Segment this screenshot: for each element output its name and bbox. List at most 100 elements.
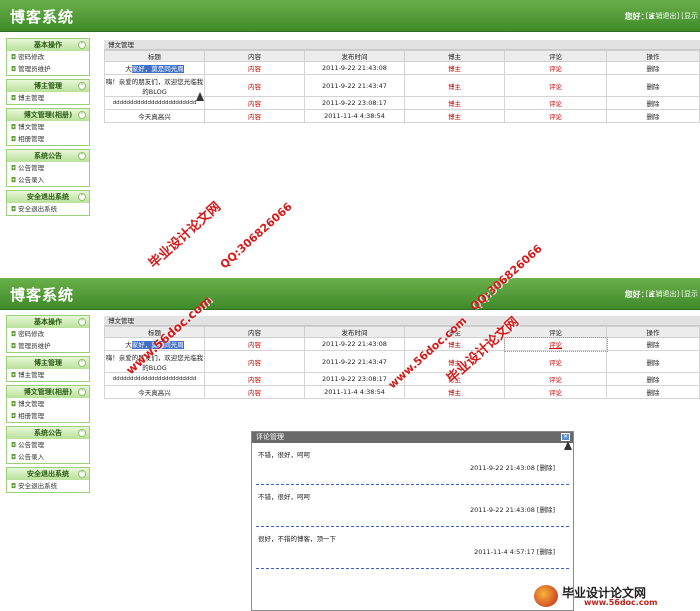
collapse-chevron-icon[interactable]: ⌃	[78, 152, 86, 160]
delete-comment-link[interactable]: [删除]	[537, 506, 555, 514]
delete-link[interactable]: 删除	[606, 74, 700, 97]
comment-link[interactable]: 评论	[503, 336, 608, 352]
content-link[interactable]: 内容	[204, 385, 305, 399]
bullet-icon: ◘	[11, 164, 17, 172]
sidebar-group-header[interactable]: 系统公告 ⌃	[7, 150, 89, 162]
sidebar-group-header[interactable]: 博主管理 ⌃	[7, 80, 89, 92]
sidebar-item-password[interactable]: ◘ 密码修改	[7, 328, 89, 340]
sidebar-group-exit: 安全退出系统 ⌃ ◘ 安全退出系统	[6, 467, 90, 493]
bullet-icon: ◘	[11, 441, 17, 449]
author-link[interactable]: 博主	[404, 74, 505, 97]
delete-comment-link[interactable]: [删除]	[537, 464, 555, 472]
author-link[interactable]: 博主	[404, 96, 505, 110]
comment-meta: 2011-11-4 4:57:17 [删除]	[474, 548, 555, 556]
collapse-chevron-icon[interactable]: ⌃	[78, 318, 86, 326]
table-row: 大家好，莫是同光周 内容 2011-9-22 21:43:08 博主 评论 删除	[104, 336, 700, 352]
post-time: 2011-9-22 23:08:17	[304, 96, 405, 110]
sidebar-group-header[interactable]: 系统公告 ⌃	[7, 427, 89, 439]
content-link[interactable]: 内容	[204, 109, 305, 123]
sidebar-item-posts[interactable]: ◘ 博文管理	[7, 398, 89, 410]
comment-item: 不错，很好，呵呵 2011-9-22 21:43:08 [删除]	[256, 485, 569, 527]
collapse-chevron-icon[interactable]: ⌃	[78, 388, 86, 396]
close-icon[interactable]: ✕	[561, 433, 570, 441]
comment-text: 不错，很好，呵呵	[258, 493, 310, 501]
sidebar-group-header[interactable]: 博文管理(相册) ⌃	[7, 109, 89, 121]
comment-link[interactable]: 评论	[504, 96, 607, 110]
sidebar-item-admin[interactable]: ◘ 管理员维护	[7, 340, 89, 352]
sidebar-item-blogger[interactable]: ◘ 博主管理	[7, 92, 89, 104]
collapse-chevron-icon[interactable]: ⌃	[78, 193, 86, 201]
collapse-chevron-icon[interactable]: ⌃	[78, 359, 86, 367]
author-link[interactable]: 博主	[404, 385, 505, 399]
sidebar-item-blogger[interactable]: ◘ 博主管理	[7, 369, 89, 381]
main-content: 博文管理 标题 内容 发布时间 博主 评论 操作 大家好，莫是同光周 内容 20…	[104, 316, 700, 399]
delete-link[interactable]: 删除	[606, 372, 700, 386]
comment-item: 很好，不错的博客，顶一下 2011-11-4 4:57:17 [删除]	[256, 527, 569, 569]
sidebar-item-admin[interactable]: ◘ 管理员维护	[7, 63, 89, 75]
content-link[interactable]: 内容	[204, 372, 305, 386]
content-link[interactable]: 内容	[204, 96, 305, 110]
comment-link[interactable]: 评论	[504, 61, 607, 75]
sidebar: 基本操作 ⌃ ◘ 密码修改 ◘ 管理员维护 博主管理 ⌃ ◘ 博主管理 博文管理(相册) ⌃…	[6, 38, 90, 219]
section-title: 博文管理	[104, 40, 700, 50]
delete-link[interactable]: 删除	[606, 109, 700, 123]
collapse-chevron-icon[interactable]: ⌃	[78, 82, 86, 90]
sidebar-item-album[interactable]: ◘ 相册管理	[7, 133, 89, 145]
delete-link[interactable]: 删除	[606, 96, 700, 110]
mouse-cursor-icon	[564, 441, 572, 450]
content-link[interactable]: 内容	[204, 350, 305, 373]
delete-link[interactable]: 删除	[606, 337, 700, 351]
comment-link[interactable]: 评论	[504, 74, 607, 97]
sidebar-group-header[interactable]: 基本操作 ⌃	[7, 316, 89, 328]
content-link[interactable]: 内容	[204, 337, 305, 351]
app-header: 博客系统 您好：a [注销退出] [显示	[0, 278, 700, 310]
table-row: 嗨！亲爱的朋友们，欢迎您光临我的BLOG 内容 2011-9-22 21:43:…	[104, 74, 700, 97]
sidebar-item-password[interactable]: ◘ 密码修改	[7, 51, 89, 63]
delete-link[interactable]: 删除	[606, 61, 700, 75]
delete-link[interactable]: 删除	[606, 350, 700, 373]
post-title[interactable]: 嗨！亲爱的朋友们，欢迎您光临我的BLOG	[104, 74, 205, 97]
comment-link[interactable]: 评论	[504, 350, 607, 373]
collapse-chevron-icon[interactable]: ⌃	[78, 429, 86, 437]
sidebar-item-notice-add[interactable]: ◘ 公告录入	[7, 451, 89, 463]
delete-comment-link[interactable]: [删除]	[537, 548, 555, 556]
sidebar-group-header[interactable]: 博文管理(相册) ⌃	[7, 386, 89, 398]
post-title[interactable]: dddddddddddddddddddddddd	[104, 96, 205, 110]
logout-link[interactable]: [注销退出]	[646, 12, 679, 20]
collapse-chevron-icon[interactable]: ⌃	[78, 41, 86, 49]
bullet-icon: ◘	[11, 330, 17, 338]
show-link[interactable]: [显示	[681, 290, 698, 298]
comment-link[interactable]: 评论	[504, 385, 607, 399]
sidebar-item-notice-add[interactable]: ◘ 公告录入	[7, 174, 89, 186]
content-link[interactable]: 内容	[204, 74, 305, 97]
post-time: 2011-9-22 21:43:47	[304, 350, 405, 373]
sidebar-item-notice-manage[interactable]: ◘ 公告管理	[7, 439, 89, 451]
sidebar-item-posts[interactable]: ◘ 博文管理	[7, 121, 89, 133]
sidebar-group-basic: 基本操作 ⌃ ◘ 密码修改 ◘ 管理员维护	[6, 315, 90, 353]
sidebar-item-album[interactable]: ◘ 相册管理	[7, 410, 89, 422]
post-title[interactable]: 今天真高兴	[104, 109, 205, 123]
collapse-chevron-icon[interactable]: ⌃	[78, 470, 86, 478]
sidebar-group-header[interactable]: 博主管理 ⌃	[7, 357, 89, 369]
sidebar-item-logout[interactable]: ◘ 安全退出系统	[7, 203, 89, 215]
post-title[interactable]: 今天真高兴	[104, 385, 205, 399]
sidebar-item-notice-manage[interactable]: ◘ 公告管理	[7, 162, 89, 174]
bullet-icon: ◘	[11, 453, 17, 461]
post-title[interactable]: dddddddddddddddddddddddd	[104, 372, 205, 386]
sidebar-group-header[interactable]: 基本操作 ⌃	[7, 39, 89, 51]
table-row: dddddddddddddddddddddddd 内容 2011-9-22 23…	[104, 96, 700, 110]
author-link[interactable]: 博主	[404, 109, 505, 123]
delete-link[interactable]: 删除	[606, 385, 700, 399]
collapse-chevron-icon[interactable]: ⌃	[78, 111, 86, 119]
sidebar-group-header[interactable]: 安全退出系统 ⌃	[7, 191, 89, 203]
content-link[interactable]: 内容	[204, 61, 305, 75]
comment-link[interactable]: 评论	[504, 109, 607, 123]
logout-link[interactable]: [注销退出]	[646, 290, 679, 298]
comment-link[interactable]: 评论	[504, 372, 607, 386]
comment-dialog: 评论管理 ✕ 不错，很好，呵呵 2011-9-22 21:43:08 [删除] …	[251, 431, 574, 611]
show-link[interactable]: [显示	[681, 12, 698, 20]
sidebar-item-logout[interactable]: ◘ 安全退出系统	[7, 480, 89, 492]
author-link[interactable]: 博主	[404, 61, 505, 75]
sidebar-group-header[interactable]: 安全退出系统 ⌃	[7, 468, 89, 480]
post-title[interactable]: 大家好，莫是同光周	[104, 61, 205, 75]
